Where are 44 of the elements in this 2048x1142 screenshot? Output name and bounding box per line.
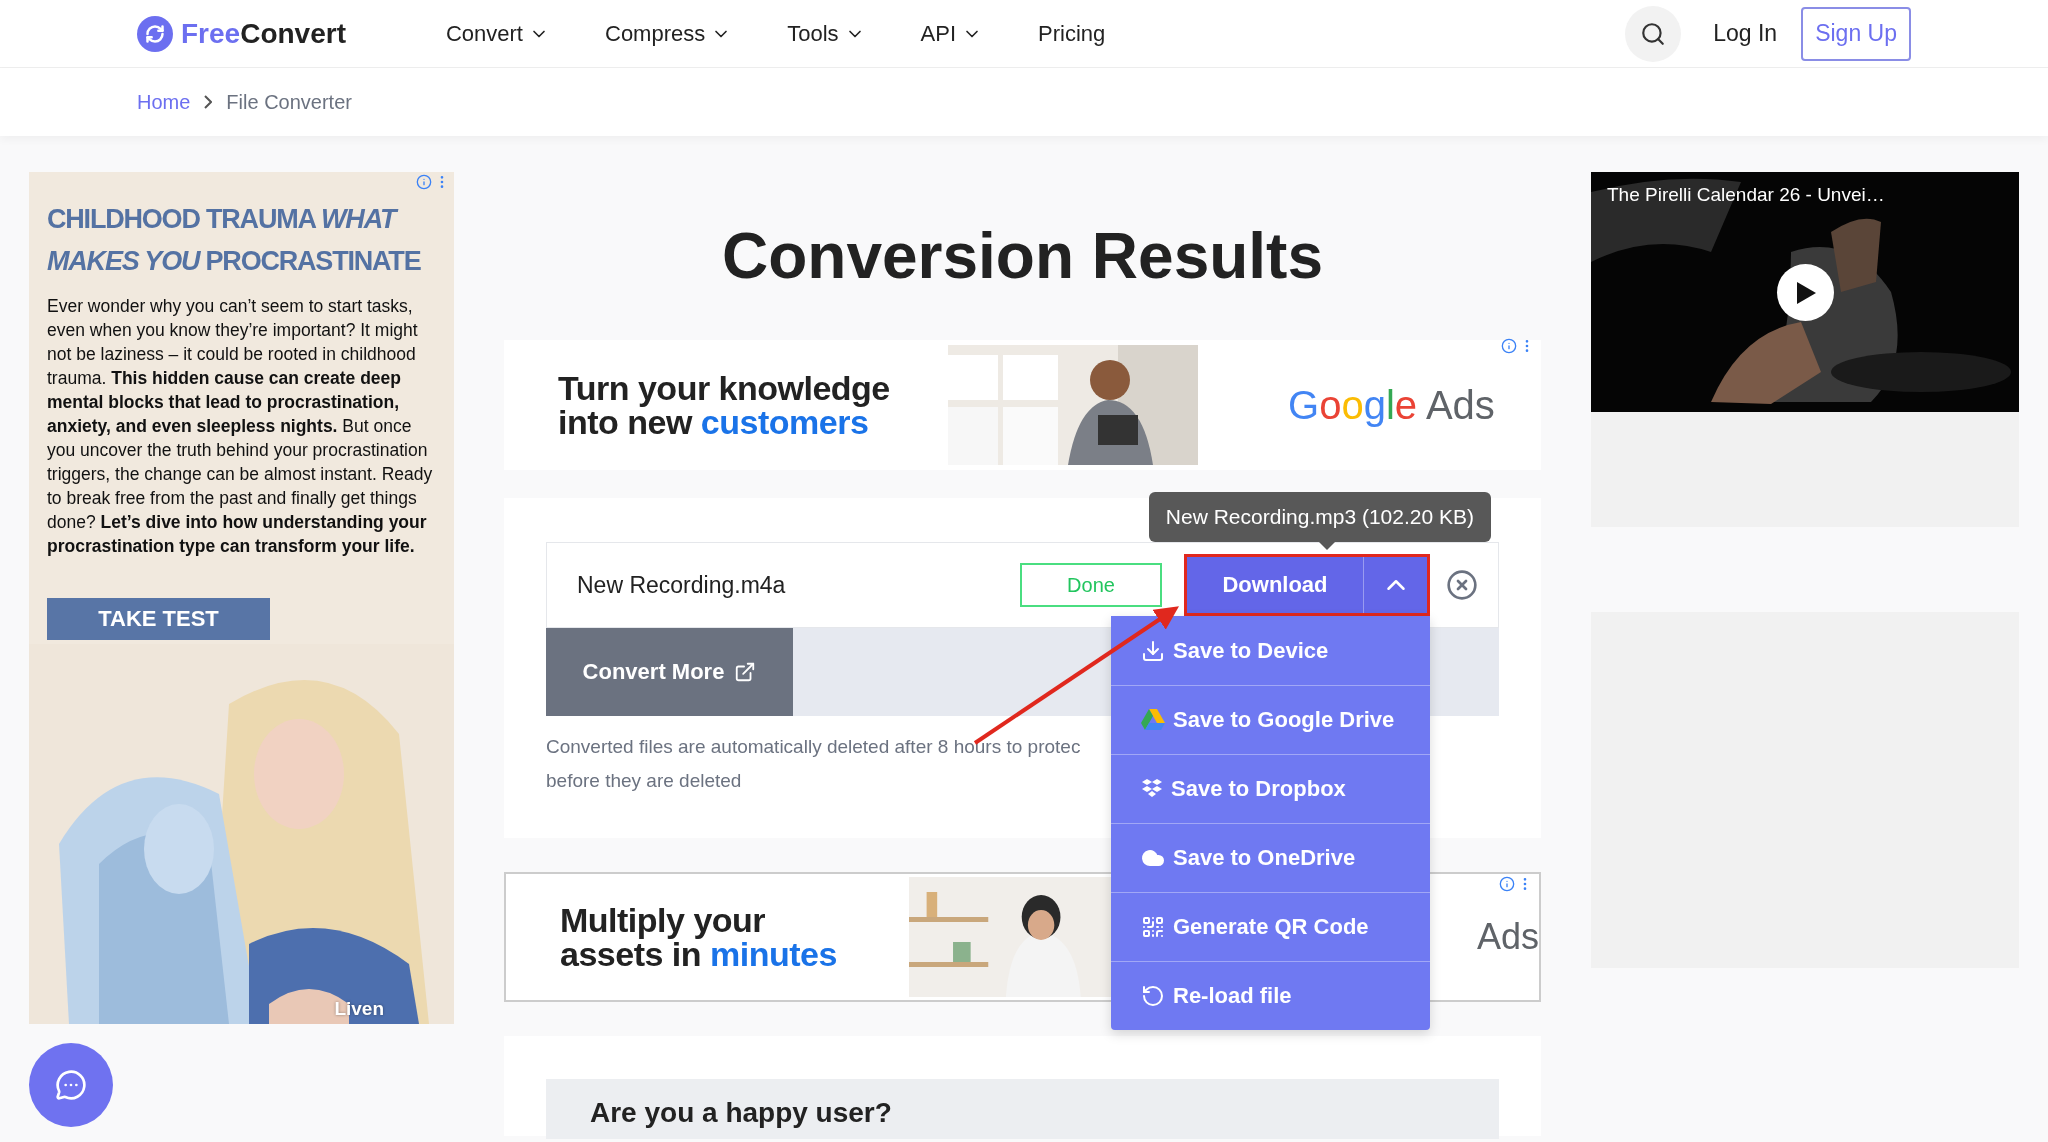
convert-more-button[interactable]: Convert More [546,628,793,716]
ad-info-icon[interactable] [1501,338,1517,354]
menu-item[interactable]: Save to Device [1111,616,1430,685]
video-title: The Pirelli Calendar 26 - Unvei… [1607,184,1885,206]
menu-item[interactable]: Save to OneDrive [1111,823,1430,892]
menu-item[interactable]: Save to Dropbox [1111,754,1430,823]
chevron-icon [204,95,213,109]
search-icon [1640,20,1667,47]
current-page-label: File Converter [226,90,352,114]
drive-icon [1141,709,1165,731]
logo-icon [137,15,173,52]
nav-link[interactable]: Compress [605,20,732,47]
notice-text: Converted files are automatically deleted after 8 hours to protec [546,735,1081,759]
reload-icon [1141,984,1165,1008]
ad-headline: Turn your knowledge into new customers [558,371,891,439]
ad-text: Ever wonder why you can’t seem to start tasks, even when you know they’re important? It might not be laziness – it could be rooted in childhood trauma. This hidden cause can create deep mental blocks that lead to procrastination, anxiety, and even sleepless nights. But once you uncover the truth behind your procrastination triggers, the change can be almost instant. Ready to break free from the past and finally get things done? Let’s dive into how understanding your procrastination type can transform your life. [47,296,433,556]
notice-text: before they are deleted [546,769,742,793]
ad-brand: Google Ads [1288,382,1495,428]
signup-button[interactable]: Sign Up [1801,6,1911,61]
feedback-title: Are you a happy user? [590,1097,892,1128]
qr-code-icon [1141,915,1165,939]
ad-headline: Multiply your assets in minutes [560,903,838,971]
close-icon[interactable] [1446,569,1478,601]
file-name: New Recording.m4a [577,571,787,599]
page-title: Conversion Results [721,219,1324,294]
external-link-icon [734,661,757,683]
menu-item[interactable]: Save to Google Drive [1111,685,1430,754]
ad-headline: CHILDHOOD TRAUMA WHAT MAKES YOU PROCRASTINATE [47,204,421,276]
breadcrumb-link[interactable]: Home [137,90,191,114]
status-label: Done [1020,563,1162,607]
nav-link[interactable]: Tools [787,20,865,47]
ad-info-icon[interactable] [416,174,432,190]
dropbox-icon [1141,778,1163,800]
logo-text[interactable]: FreeConvert [181,17,346,50]
take-test-button[interactable]: TAKE TEST [47,598,270,640]
login-link[interactable]: Log In [1713,20,1778,47]
ad-info-icon[interactable] [1499,876,1515,892]
nav-link[interactable]: Pricing [1038,20,1106,47]
ad-banner[interactable] [29,172,454,1024]
download-icon [1141,638,1165,663]
ad-brand: Ads [1476,916,1539,958]
nav-link[interactable]: API [920,20,983,47]
nav-link[interactable]: Convert [445,20,549,47]
chat-icon [55,1069,87,1101]
